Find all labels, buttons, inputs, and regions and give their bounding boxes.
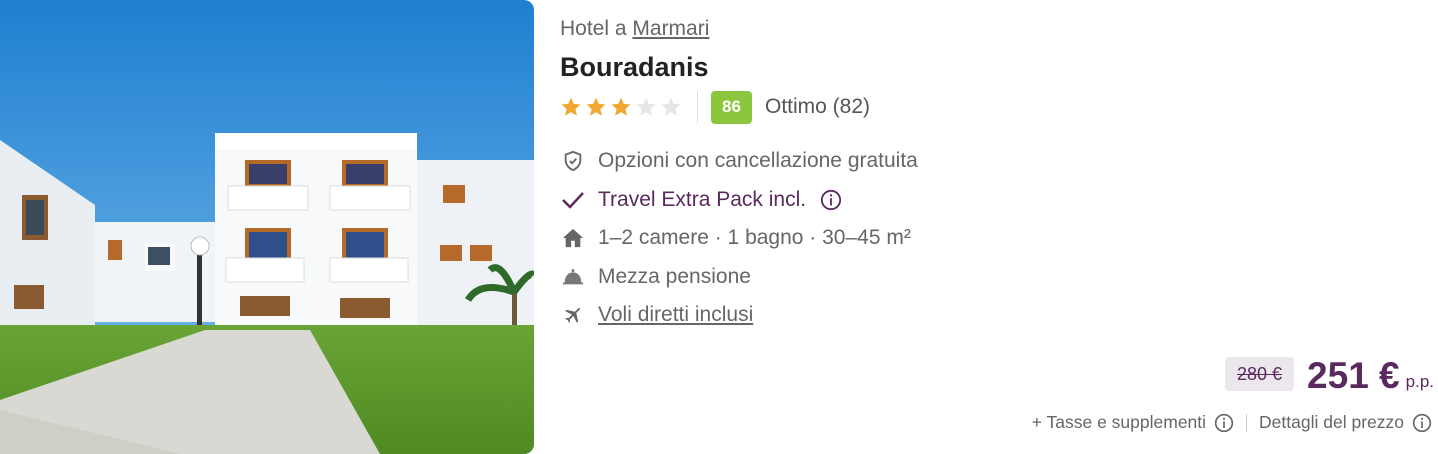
star-empty-icon	[636, 97, 656, 116]
hotel-name[interactable]: Bouradanis	[560, 52, 709, 83]
rating-divider	[697, 91, 698, 123]
taxes-link-text: + Tasse e supplementi	[1031, 412, 1207, 432]
feature-board-text: Mezza pensione	[598, 264, 751, 288]
star-filled-icon	[561, 97, 581, 116]
old-price: 280 €	[1225, 357, 1295, 391]
location-prefix: Hotel a	[560, 17, 627, 40]
star-filled-icon	[611, 97, 631, 116]
taxes-link[interactable]: + Tasse e supplementi	[1032, 412, 1234, 433]
price-unit: p.p.	[1405, 372, 1434, 391]
feature-flights: Voli diretti inclusi	[560, 296, 918, 335]
star-empty-icon	[661, 97, 681, 116]
feature-board: Mezza pensione	[560, 258, 918, 297]
feature-rooms-text: 1–2 camere · 1 bagno · 30–45 m²	[598, 226, 911, 250]
price-details-link-text: Dettagli del prezzo	[1259, 412, 1404, 432]
score-label[interactable]: Ottimo (82)	[765, 95, 870, 119]
price-area: 280 € 251 € p.p.	[1225, 357, 1434, 394]
plane-icon	[560, 302, 586, 328]
feature-extra-pack: Travel Extra Pack incl.	[560, 181, 918, 220]
room-service-bell-icon	[560, 264, 586, 290]
star-rating	[560, 96, 682, 118]
hotel-location: Hotel a Marmari	[560, 17, 709, 41]
info-icon[interactable]	[820, 189, 842, 211]
feature-list: Opzioni con cancellazione gratuita Trave…	[560, 142, 918, 335]
feature-rooms: 1–2 camere · 1 bagno · 30–45 m²	[560, 219, 918, 258]
score-badge: 86	[711, 90, 752, 124]
checkmark-icon	[560, 187, 586, 213]
current-price[interactable]: 251 €	[1307, 357, 1400, 394]
feature-cancellation-text: Opzioni con cancellazione gratuita	[598, 149, 918, 173]
feature-extra-pack-text: Travel Extra Pack incl.	[598, 187, 807, 211]
star-filled-icon	[586, 97, 606, 116]
price-links-divider	[1246, 413, 1248, 432]
price-links: + Tasse e supplementi Dettagli del prezz…	[1032, 412, 1432, 433]
location-link[interactable]: Marmari	[632, 17, 709, 40]
feature-cancellation: Opzioni con cancellazione gratuita	[560, 142, 918, 181]
rating-row: 86 Ottimo (82)	[560, 90, 870, 124]
flights-link[interactable]: Voli diretti inclusi	[598, 303, 753, 327]
info-icon[interactable]	[1412, 413, 1432, 433]
shield-check-icon	[560, 148, 586, 174]
info-icon[interactable]	[1214, 413, 1234, 433]
hotel-photo[interactable]	[0, 0, 534, 454]
home-icon	[560, 225, 586, 251]
hotel-photo-image	[0, 0, 534, 454]
price-details-link[interactable]: Dettagli del prezzo	[1259, 412, 1432, 433]
